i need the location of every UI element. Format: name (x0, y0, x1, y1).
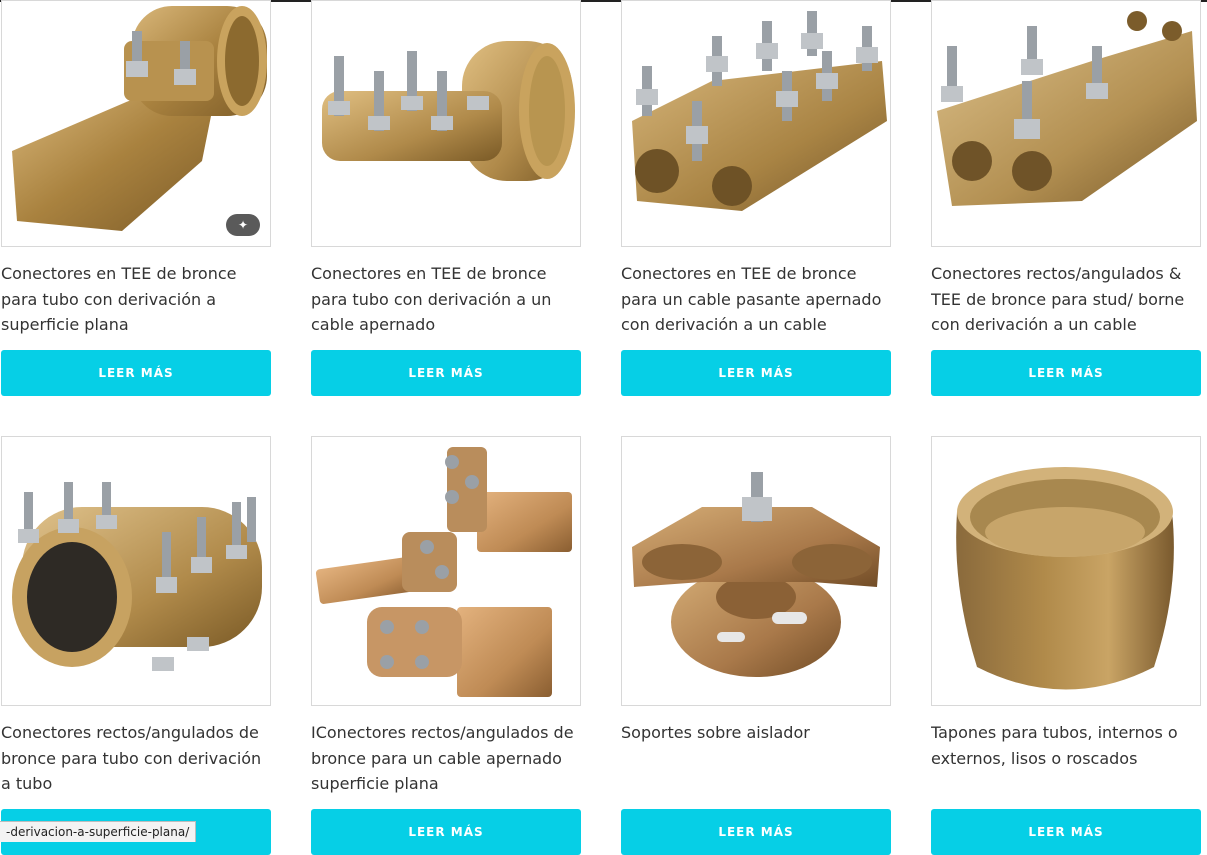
product-card: Conectores en TEE de bronce para un cabl… (621, 0, 891, 396)
product-title[interactable]: Conectores rectos/angulados & TEE de bro… (931, 261, 1201, 339)
product-card: Tapones para tubos, internos o externos,… (931, 436, 1201, 855)
read-more-button[interactable]: LEER MÁS (311, 350, 581, 396)
product-card: Soportes sobre aislador LEER MÁS (621, 436, 891, 855)
product-card: ✦ Conectores en TEE de bronce para tubo … (1, 0, 271, 396)
product-image-insulator-support[interactable] (621, 436, 891, 706)
product-title[interactable]: Tapones para tubos, internos o externos,… (931, 720, 1201, 798)
read-more-button[interactable]: LEER MÁS (311, 809, 581, 855)
product-title[interactable]: Conectores rectos/angulados de bronce pa… (1, 720, 271, 798)
product-image-pipe-cap[interactable] (931, 436, 1201, 706)
read-more-button[interactable]: LEER MÁS (621, 809, 891, 855)
read-more-button[interactable]: LEER MÁS (931, 350, 1201, 396)
magic-wand-icon[interactable]: ✦ (226, 214, 260, 236)
product-image-tee-cable[interactable] (621, 0, 891, 247)
bronze-stud-connector-image (937, 11, 1197, 206)
bronze-pipe-to-pipe-connector-image (12, 482, 262, 671)
read-more-button[interactable]: LEER MÁS (1, 350, 271, 396)
link-status-bar: -derivacion-a-superficie-plana/ (0, 821, 197, 842)
product-image-stud-connector[interactable] (931, 0, 1201, 247)
product-card: IConectores rectos/angulados de bronce p… (311, 436, 581, 855)
product-title[interactable]: IConectores rectos/angulados de bronce p… (311, 720, 581, 798)
bronze-insulator-support-image (632, 472, 880, 677)
bronze-tee-cable-connector-image (632, 11, 887, 211)
product-card: Conectores en TEE de bronce para tubo co… (311, 0, 581, 396)
product-image-pipe-to-pipe[interactable] (1, 436, 271, 706)
product-image-cable-flat-pads[interactable] (311, 436, 581, 706)
product-title[interactable]: Conectores en TEE de bronce para un cabl… (621, 261, 891, 339)
read-more-button[interactable]: LEER MÁS (621, 350, 891, 396)
product-image-pipe-bolted-cable[interactable] (311, 0, 581, 247)
product-title[interactable]: Conectores en TEE de bronce para tubo co… (311, 261, 581, 339)
bronze-pipe-clamp-flat-pad-image (12, 6, 267, 231)
product-title[interactable]: Soportes sobre aislador (621, 720, 891, 798)
bronze-pipe-cap-image (956, 467, 1174, 690)
product-title[interactable]: Conectores en TEE de bronce para tubo co… (1, 261, 271, 339)
product-card: Conectores rectos/angulados de bronce pa… (1, 436, 271, 855)
read-more-button[interactable]: LEER MÁS (931, 809, 1201, 855)
bronze-pipe-clamp-bolted-cable-image (322, 41, 575, 181)
bronze-cable-flat-pads-image (315, 447, 572, 697)
product-image-pipe-flat-pad[interactable]: ✦ (1, 0, 271, 247)
product-grid: ✦ Conectores en TEE de bronce para tubo … (0, 0, 1207, 855)
product-card: Conectores rectos/angulados & TEE de bro… (931, 0, 1201, 396)
